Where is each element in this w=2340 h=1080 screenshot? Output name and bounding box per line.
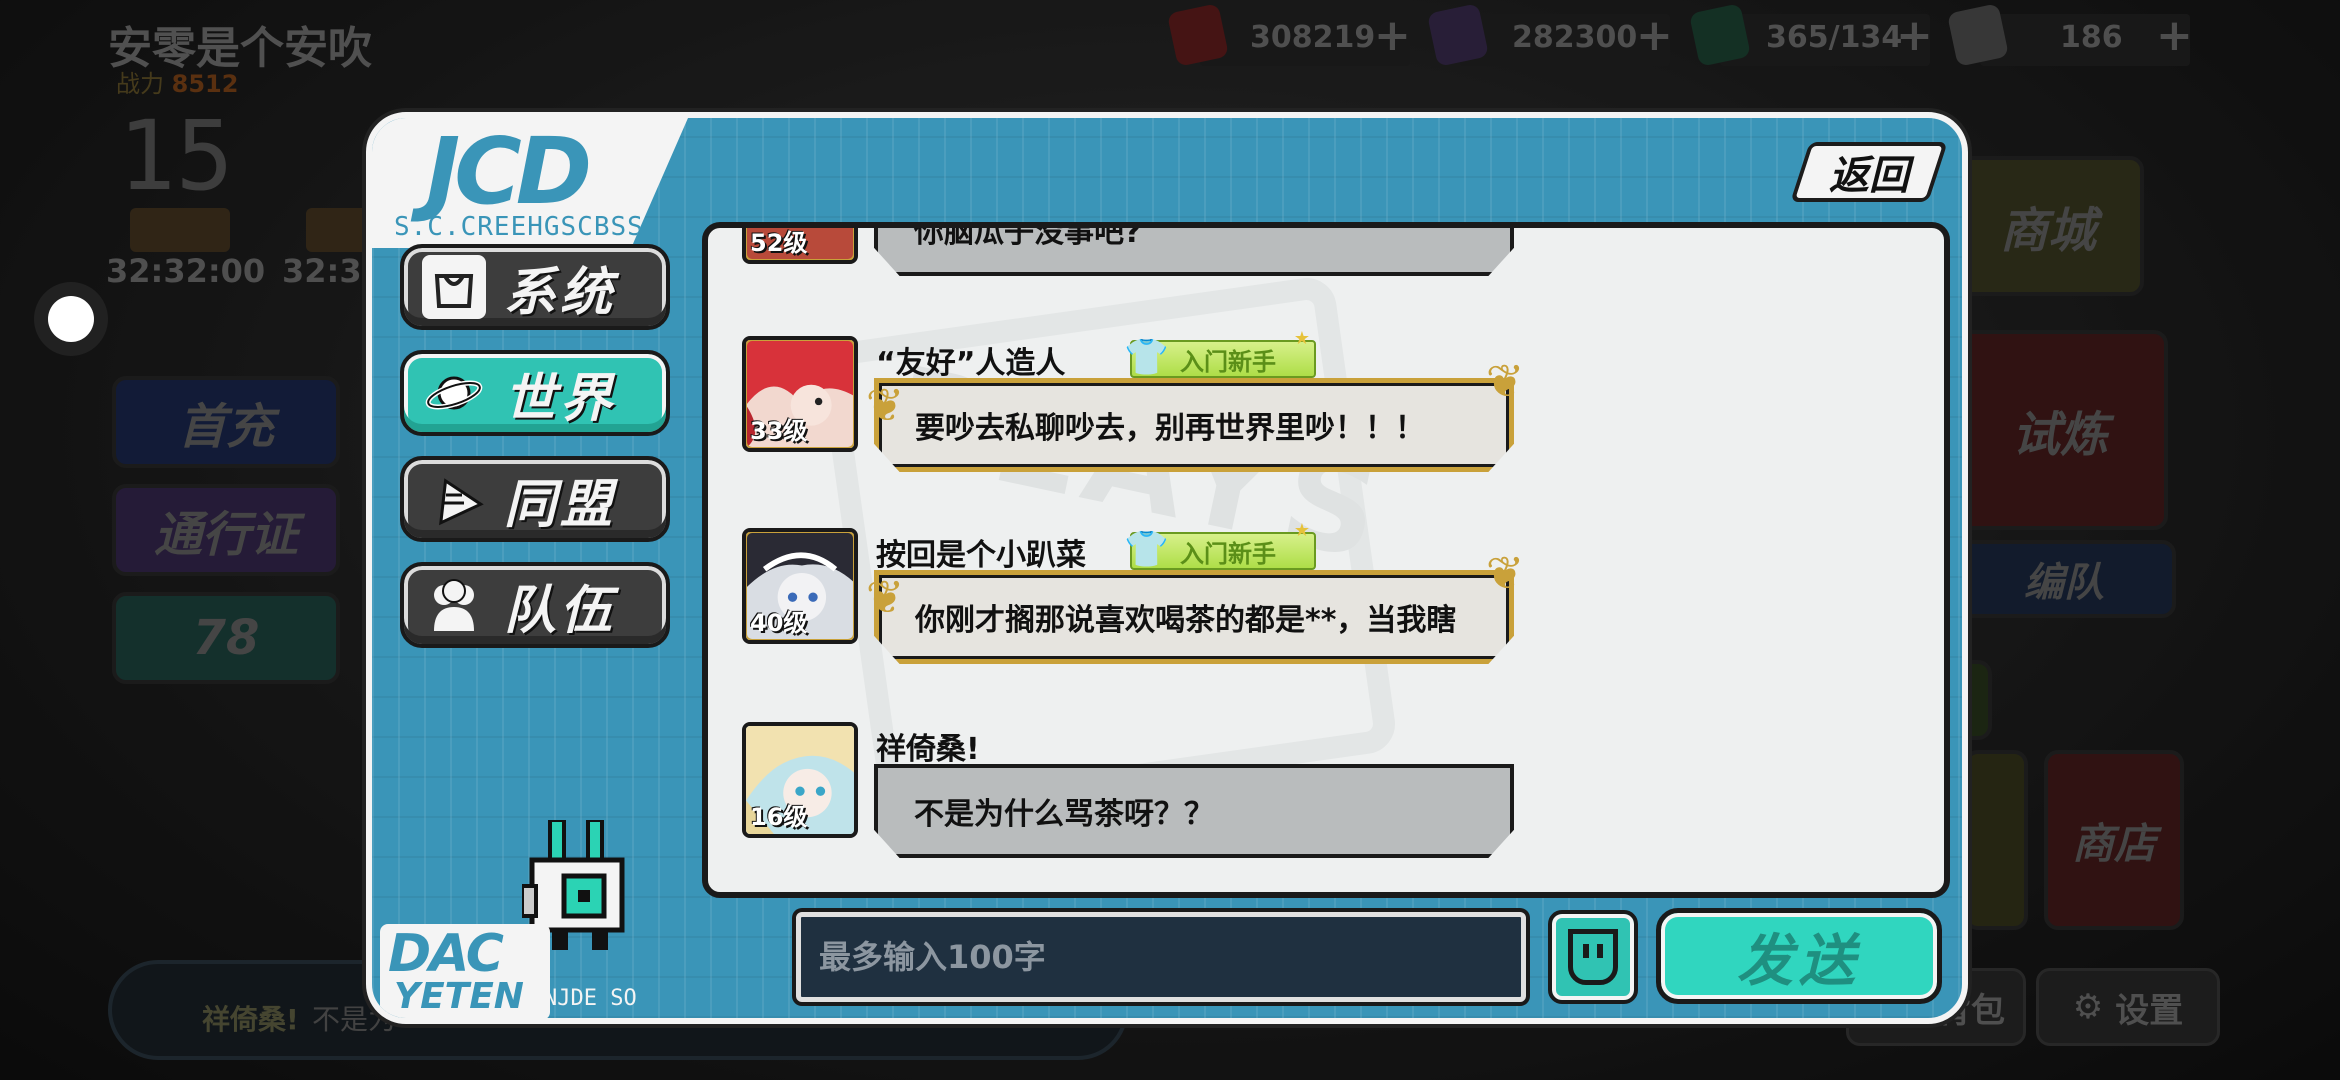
tab-world[interactable]: 世界 [400,350,670,436]
team-icon [422,573,486,637]
chat-bubble: 要吵去私聊吵去，别再世界里吵！！！ [874,378,1514,472]
send-button[interactable]: 发送 [1656,908,1942,1004]
chat-panel: JCD S.C.CREEHGSCBSSRN 返回 系统 世界 同盟 队伍 DAC… [366,112,1968,1024]
message-text: 你刚才搁那说喜欢喝茶的都是**，当我瞎 [915,603,1457,638]
logo-subtitle: S.C.CREEHGSCBSSRN [394,212,678,242]
star-icon: ★ [1293,328,1310,349]
chat-bubble: 你刚才搁那说喜欢喝茶的都是**，当我瞎 [874,570,1514,664]
shirt-icon: 👕 [1124,337,1169,378]
brand-tag: NJDE SO [544,986,637,1011]
laurel-icon: ❦ [1485,354,1525,408]
avatar-level: 40级 [750,609,808,637]
user-avatar[interactable]: 52级 [742,228,858,264]
chat-input-box[interactable] [796,912,1526,1002]
send-label: 发送 [1737,928,1861,994]
brand-line-2: YETEN [394,976,524,1017]
floating-assist-dot[interactable] [48,296,94,342]
brand-logo: DAC YETEN [380,924,550,1018]
avatar-level: 52级 [750,229,808,257]
tab-label: 同盟 [504,474,617,535]
tab-label: 系统 [504,262,617,323]
title-badge: 👕 入门新手 ★ [1124,520,1316,570]
bag-icon [422,255,486,319]
user-avatar[interactable]: 16级 [742,722,858,838]
badge-label: 入门新手 [1180,539,1276,568]
brand-line-1: DAC [388,924,504,984]
laurel-icon: ❦ [865,378,905,432]
user-avatar[interactable]: 40级 [742,528,858,644]
tab-team[interactable]: 队伍 [400,562,670,648]
shirt-icon: 👕 [1124,529,1169,570]
tab-alliance[interactable]: 同盟 [400,456,670,542]
chat-bubble: 不是为什么骂茶呀？？ [874,764,1514,858]
sender-name[interactable]: 祥倚桑! [876,724,980,768]
tab-label: 队伍 [504,580,617,641]
avatar-level: 16级 [750,803,808,831]
chat-input[interactable] [819,938,1521,976]
message-text: 你脑瓜子没事吧? [914,222,1142,250]
return-button[interactable]: 返回 [1790,142,1948,202]
message-text: 要吵去私聊吵去，别再世界里吵！！！ [915,411,1425,446]
game-logo: JCD [426,118,592,225]
planet-icon [422,361,486,425]
emoji-face-icon [1568,929,1618,985]
tab-system[interactable]: 系统 [400,244,670,330]
title-badge: 👕 入门新手 ★ [1124,328,1316,378]
message-text: 不是为什么骂茶呀？？ [914,797,1214,832]
badge-label: 入门新手 [1180,347,1276,376]
laurel-icon: ❦ [1485,546,1525,600]
user-avatar[interactable]: 33级 [742,336,858,452]
chat-message-list[interactable]: PLAYS 52级 你脑瓜子没事吧? 33级 “友好”人造人 👕 入门新手 ★ [702,222,1950,898]
alliance-icon [422,467,486,531]
return-label: 返回 [1829,153,1909,199]
sender-name[interactable]: 按回是个小趴菜 [876,530,1086,574]
chat-bubble: 你脑瓜子没事吧? [874,222,1514,276]
emoji-button[interactable] [1548,910,1638,1004]
laurel-icon: ❦ [865,570,905,624]
star-icon: ★ [1293,520,1310,541]
tab-label: 世界 [504,368,617,429]
sender-name[interactable]: “友好”人造人 [876,338,1065,382]
avatar-level: 33级 [750,417,808,445]
